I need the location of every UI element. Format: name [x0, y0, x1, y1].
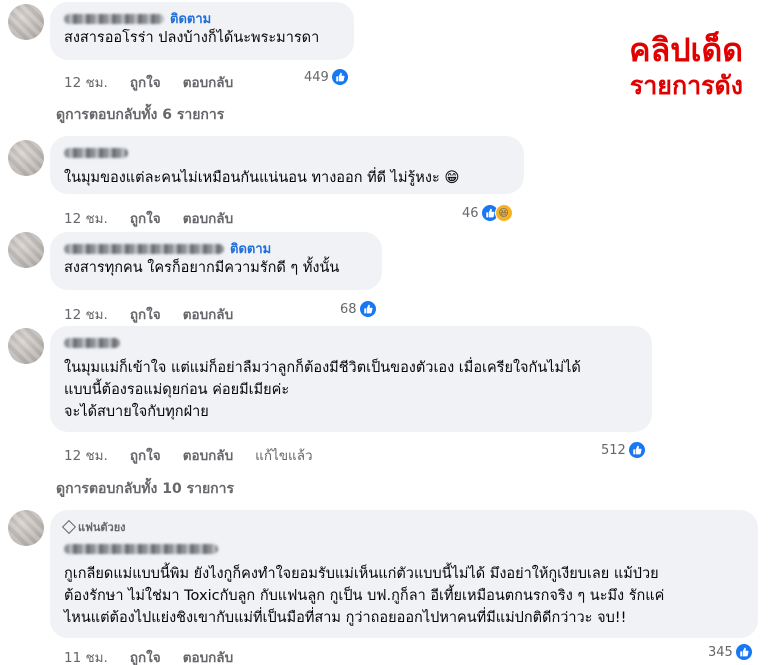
- reaction-summary[interactable]: 46 😆: [462, 204, 513, 222]
- comment-bubble: แฟนตัวยง กูเกลียดแม่แบบนี้พิม ยังไงกูก็ค…: [50, 510, 758, 638]
- fan-badge-label: แฟนตัวยง: [78, 521, 126, 534]
- comment-actions: 12 ชม. ถูกใจ ตอบกลับ: [64, 207, 233, 229]
- like-button[interactable]: ถูกใจ: [130, 71, 161, 93]
- author-name-blurred[interactable]: [64, 543, 218, 554]
- watermark: คลิปเด็ด รายการดัง: [629, 30, 743, 102]
- avatar[interactable]: [8, 232, 44, 268]
- author-name-blurred[interactable]: [64, 337, 120, 348]
- like-button[interactable]: ถูกใจ: [130, 207, 161, 229]
- comment-actions: 11 ชม. ถูกใจ ตอบกลับ: [64, 646, 233, 665]
- comment-text-line-3: ไหนแต่ต้องไปแย่งชิงเขากับแม่ที่เป็นมือที…: [64, 610, 627, 626]
- comment-bubble: ติดตาม สงสารออโรร่า ปลงบ้างก็ได้นะพระมาร…: [50, 2, 354, 60]
- reply-button[interactable]: ตอบกลับ: [183, 71, 233, 93]
- comment-text: สงสารทุกคน ใครก็อยากมีความรักดี ๆ ทั้งนั…: [64, 260, 340, 276]
- fan-badge: แฟนตัวยง: [61, 518, 744, 536]
- reaction-summary[interactable]: 68: [340, 300, 377, 318]
- author-row: [64, 540, 744, 557]
- follow-button[interactable]: ติดตาม: [170, 8, 211, 29]
- comment-text-line-1: กูเกลียดแม่แบบนี้พิม ยังไงกูก็คงทำใจยอมร…: [64, 566, 659, 582]
- like-icon: [330, 68, 349, 86]
- comment-text-line-2: แบบนี้ต้องรอแม่ดุยก่อน ค่อยมีเมียค่ะ: [64, 382, 290, 398]
- comment-bubble: ในมุมแม่ก็เข้าใจ แต่แม่ก็อย่าลืมว่าลูกก็…: [50, 326, 652, 432]
- author-row: ติดตาม: [64, 240, 368, 257]
- watermark-title: คลิปเด็ด: [629, 31, 743, 69]
- view-replies-link[interactable]: ดูการตอบกลับทั้ง 6 รายการ: [56, 104, 224, 126]
- follow-button[interactable]: ติดตาม: [230, 238, 271, 259]
- comment-time[interactable]: 12 ชม.: [64, 444, 108, 466]
- author-name-blurred[interactable]: [64, 147, 128, 158]
- author-row: [64, 144, 510, 161]
- like-button[interactable]: ถูกใจ: [130, 444, 161, 466]
- diamond-icon: [61, 519, 77, 535]
- author-row: ติดตาม: [64, 10, 340, 27]
- reply-button[interactable]: ตอบกลับ: [183, 646, 233, 665]
- reaction-count: 449: [304, 69, 329, 85]
- like-button[interactable]: ถูกใจ: [130, 646, 161, 665]
- reaction-count: 345: [708, 644, 733, 660]
- reaction-summary[interactable]: 512: [601, 441, 646, 459]
- author-name-blurred[interactable]: [64, 243, 224, 254]
- comment-text-line-2: ต้องรักษา ไม่ใช่มา Toxicกับลูก กับแฟนลูก…: [64, 588, 665, 604]
- avatar[interactable]: [8, 4, 44, 40]
- like-icon: [734, 643, 753, 661]
- comment-bubble: ติดตาม สงสารทุกคน ใครก็อยากมีความรักดี ๆ…: [50, 232, 382, 290]
- reaction-count: 512: [601, 442, 626, 458]
- reaction-count: 46: [462, 205, 479, 221]
- like-icon: [358, 300, 377, 318]
- view-replies-link[interactable]: ดูการตอบกลับทั้ง 10 รายการ: [56, 478, 234, 500]
- comment-text: สงสารออโรร่า ปลงบ้างก็ได้นะพระมารดา: [64, 30, 320, 46]
- edited-label: แก้ไขแล้ว: [255, 448, 313, 464]
- watermark-subtitle: รายการดัง: [629, 71, 743, 100]
- reaction-summary[interactable]: 345: [708, 643, 753, 661]
- comment-actions: 12 ชม. ถูกใจ ตอบกลับ: [64, 303, 233, 325]
- like-button[interactable]: ถูกใจ: [130, 303, 161, 325]
- comment-time[interactable]: 12 ชม.: [64, 207, 108, 229]
- comment-time[interactable]: 11 ชม.: [64, 646, 108, 665]
- reply-button[interactable]: ตอบกลับ: [183, 444, 233, 466]
- comment-actions: 12 ชม. ถูกใจ ตอบกลับ แก้ไขแล้ว: [64, 444, 313, 466]
- comment-actions: 12 ชม. ถูกใจ ตอบกลับ: [64, 71, 233, 93]
- author-row: [64, 334, 638, 351]
- comment-bubble: ในมุมของแต่ละคนไม่เหมือนกันแน่นอน ทางออก…: [50, 136, 524, 194]
- avatar[interactable]: [8, 328, 44, 364]
- comment-text-line-1: ในมุมแม่ก็เข้าใจ แต่แม่ก็อย่าลืมว่าลูกก็…: [64, 360, 581, 376]
- reply-button[interactable]: ตอบกลับ: [183, 207, 233, 229]
- comment-time[interactable]: 12 ชม.: [64, 303, 108, 325]
- avatar[interactable]: [8, 510, 44, 546]
- comment-text: ในมุมของแต่ละคนไม่เหมือนกันแน่นอน ทางออก…: [64, 170, 460, 186]
- avatar[interactable]: [8, 140, 44, 176]
- like-icon: [627, 441, 646, 459]
- reply-button[interactable]: ตอบกลับ: [183, 303, 233, 325]
- reaction-summary[interactable]: 449: [304, 68, 349, 86]
- author-name-blurred[interactable]: [64, 13, 164, 24]
- comment-text-line-3: จะได้สบายใจกับทุกฝ่าย: [64, 404, 209, 420]
- comment-time[interactable]: 12 ชม.: [64, 71, 108, 93]
- reaction-count: 68: [340, 301, 357, 317]
- haha-icon: 😆: [494, 204, 513, 222]
